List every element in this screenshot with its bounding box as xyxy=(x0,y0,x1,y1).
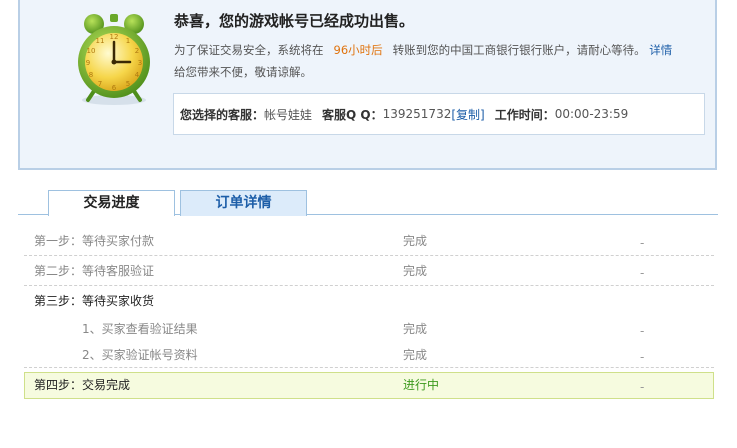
step-name: 第二步：等待客服验证 xyxy=(34,264,155,278)
work-time-value: 00:00-23:59 xyxy=(554,107,629,121)
customer-service-info: 您选择的客服： 帐号娃娃 客服Q Q： 139251732 [复制] 工作时间：… xyxy=(173,93,705,135)
notice-title: 恭喜，您的游戏帐号已经成功出售。 xyxy=(174,12,415,30)
svg-text:8: 8 xyxy=(89,71,93,79)
step-row: 第一步：等待买家付款 完成 - xyxy=(24,226,714,256)
step-name: 第三步：等待买家收货 xyxy=(34,294,155,308)
notice-line-transfer: 为了保证交易安全，系统将在 96小时后 转账到您的中国工商银行银行账户，请耐心等待。… xyxy=(174,42,672,58)
qq-number: 139251732 xyxy=(382,107,452,121)
substep-extra: - xyxy=(640,324,645,338)
svg-text:7: 7 xyxy=(98,80,102,88)
substep-name: 2、买家验证帐号资料 xyxy=(82,348,198,362)
cs-name: 帐号娃娃 xyxy=(264,107,313,122)
svg-text:2: 2 xyxy=(135,47,139,55)
qq-label: 客服Q Q： xyxy=(322,107,383,122)
step-row-current: 第四步：交易完成 进行中 - xyxy=(24,372,714,399)
step-status-in-progress: 进行中 xyxy=(403,378,440,392)
step-name: 第一步：等待买家付款 xyxy=(34,234,155,248)
svg-text:1: 1 xyxy=(126,37,130,45)
copy-qq-link[interactable]: [复制] xyxy=(451,106,484,123)
sale-success-notice: 12 1 2 3 45 6 78 9 10 11 恭喜，您的游戏帐号已经成功出售。 为了保证… xyxy=(18,0,717,170)
svg-text:4: 4 xyxy=(135,71,140,79)
substep-row: 1、买家查看验证结果 完成 - xyxy=(24,316,714,342)
substep-status: 完成 xyxy=(403,322,428,336)
trade-progress-list: 第一步：等待买家付款 完成 - 第二步：等待客服验证 完成 - 第三步：等待买家… xyxy=(24,226,714,399)
svg-text:12: 12 xyxy=(110,33,119,41)
svg-text:11: 11 xyxy=(96,37,105,45)
substep-name: 1、买家查看验证结果 xyxy=(82,322,198,336)
step-name: 第四步：交易完成 xyxy=(34,378,131,392)
step-row: 第三步：等待买家收货 xyxy=(24,286,714,316)
svg-text:5: 5 xyxy=(126,80,130,88)
step-extra: - xyxy=(640,236,645,250)
alarm-clock-icon: 12 12 3 45 6 78 9 1011 xyxy=(78,14,150,105)
tab-trade-progress[interactable]: 交易进度 xyxy=(48,190,175,216)
step-status: 完成 xyxy=(403,234,428,248)
notice-line-apology: 给您带来不便，敬请谅解。 xyxy=(174,65,312,79)
tab-bar: 交易进度 订单详情 xyxy=(18,188,718,216)
svg-text:3: 3 xyxy=(138,59,142,67)
substep-status: 完成 xyxy=(403,348,428,362)
details-link[interactable]: 详情 xyxy=(649,43,672,57)
transfer-text-prefix: 为了保证交易安全，系统将在 xyxy=(174,43,324,57)
svg-text:10: 10 xyxy=(87,47,96,55)
tab-order-details[interactable]: 订单详情 xyxy=(180,190,307,216)
work-time-label: 工作时间： xyxy=(494,107,555,122)
step-status: 完成 xyxy=(403,264,428,278)
svg-text:9: 9 xyxy=(86,59,90,67)
substep-row: 2、买家验证帐号资料 完成 - xyxy=(24,342,714,368)
svg-text:6: 6 xyxy=(112,84,117,92)
transfer-hours: 96小时后 xyxy=(333,43,383,57)
substep-extra: - xyxy=(640,350,645,364)
step-extra: - xyxy=(640,380,645,394)
step-row: 第二步：等待客服验证 完成 - xyxy=(24,256,714,286)
transfer-text-suffix: 转账到您的中国工商银行银行账户，请耐心等待。 xyxy=(392,43,646,57)
step-extra: - xyxy=(640,266,645,280)
cs-label: 您选择的客服： xyxy=(180,107,265,122)
